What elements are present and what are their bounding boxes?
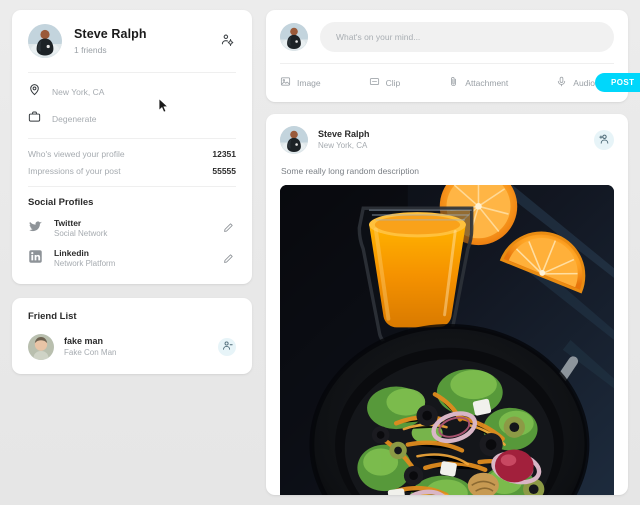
profile-info-occupation: Degenerate [28,110,236,128]
social-profile-linkedin[interactable]: Linkedin Network Platform [28,248,236,269]
post-composer-input[interactable] [320,22,614,52]
sidebar: Steve Ralph 1 friends New York, CA Degen… [12,10,252,495]
attachment-icon [448,75,459,90]
add-friend-button[interactable] [594,130,614,150]
pencil-edit-icon [223,252,234,267]
social-profiles-title: Social Profiles [28,197,94,208]
profile-info-list: New York, CA Degenerate [12,73,252,138]
avatar[interactable] [280,126,308,154]
avatar[interactable] [280,23,308,51]
profile-info-location: New York, CA [28,83,236,101]
stat-label: Who's viewed your profile [28,149,125,159]
post-author-name: Steve Ralph [318,128,370,139]
twitter-icon [28,219,43,239]
post-header: Steve Ralph New York, CA [280,126,614,154]
social-profile-twitter[interactable]: Twitter Social Network [28,218,236,239]
attach-audio-label: Audio [573,77,596,88]
manage-account-icon [221,33,234,49]
profile-stats: Who's viewed your profile 12351 Impressi… [12,139,252,186]
friend-list-section: Friend List fake man Fake Con Man [12,298,252,374]
post-author-block: Steve Ralph New York, CA [318,129,584,151]
social-profile-description: Network Platform [54,259,116,269]
attach-attachment-label: Attachment [465,77,509,88]
composer-actions: Image Clip Attachment Audio POST [280,64,640,92]
profile-location-text: New York, CA [52,87,105,97]
stat-value: 12351 [212,149,236,159]
pencil-edit-icon [223,221,234,236]
remove-friend-button[interactable] [218,337,236,356]
stat-value: 55555 [212,166,236,176]
post-composer-card: Image Clip [266,10,640,102]
post-card: Steve Ralph New York, CA Some really lon… [266,114,628,495]
main-feed: Image Clip [266,10,640,495]
person-add-icon [598,133,610,148]
person-remove-icon [222,339,233,354]
friend-list-title: Friend List [28,310,77,322]
stat-label: Impressions of your post [28,166,121,176]
social-profile-name: Linkedin [54,248,89,259]
linkedin-icon [28,249,43,269]
list-item[interactable]: fake man Fake Con Man [28,333,236,360]
post-button[interactable]: POST [595,73,640,92]
profile-identity: Steve Ralph 1 friends [74,27,207,55]
post-description: Some really long random description [281,166,419,176]
social-profile-name: Twitter [54,218,82,228]
friend-list-card: Friend List fake man Fake Con Man [12,297,252,374]
image-icon [280,75,291,90]
social-profile-description: Social Network [54,229,108,239]
friend-texts: fake man Fake Con Man [64,336,208,358]
attach-clip-button[interactable]: Clip [369,73,401,92]
post-media-image[interactable] [280,185,614,495]
audio-icon [556,75,567,90]
composer-top-row [280,22,614,52]
social-profile-texts: Linkedin Network Platform [54,248,210,269]
profile-header: Steve Ralph 1 friends [12,10,252,72]
friend-subtitle: Fake Con Man [64,347,117,357]
manage-account-button[interactable] [219,31,236,51]
friend-avatar[interactable] [28,333,54,360]
post-author-location: New York, CA [318,140,368,150]
clip-icon [369,75,380,90]
profile-occupation-text: Degenerate [52,114,97,124]
briefcase-icon [28,110,41,128]
profile-name: Steve Ralph [74,27,147,42]
profile-card: Steve Ralph 1 friends New York, CA Degen… [12,10,252,284]
social-profile-texts: Twitter Social Network [54,218,210,239]
avatar[interactable] [28,24,62,58]
app-root: Steve Ralph 1 friends New York, CA Degen… [0,0,640,505]
location-pin-icon [28,83,41,101]
attach-clip-label: Clip [385,77,401,88]
stat-row: Who's viewed your profile 12351 [28,149,236,159]
profile-friends-count: 1 friends [74,44,107,55]
social-profiles-section: Social Profiles Twitter Social Network L… [12,187,252,284]
stat-row: Impressions of your post 55555 [28,166,236,176]
friend-name: fake man [64,335,104,346]
attach-image-label: Image [297,77,321,88]
edit-linkedin-button[interactable] [221,250,236,269]
edit-twitter-button[interactable] [221,219,236,238]
attach-audio-button[interactable]: Audio [556,73,595,92]
attach-attachment-button[interactable]: Attachment [448,73,508,92]
attach-image-button[interactable]: Image [280,73,321,92]
